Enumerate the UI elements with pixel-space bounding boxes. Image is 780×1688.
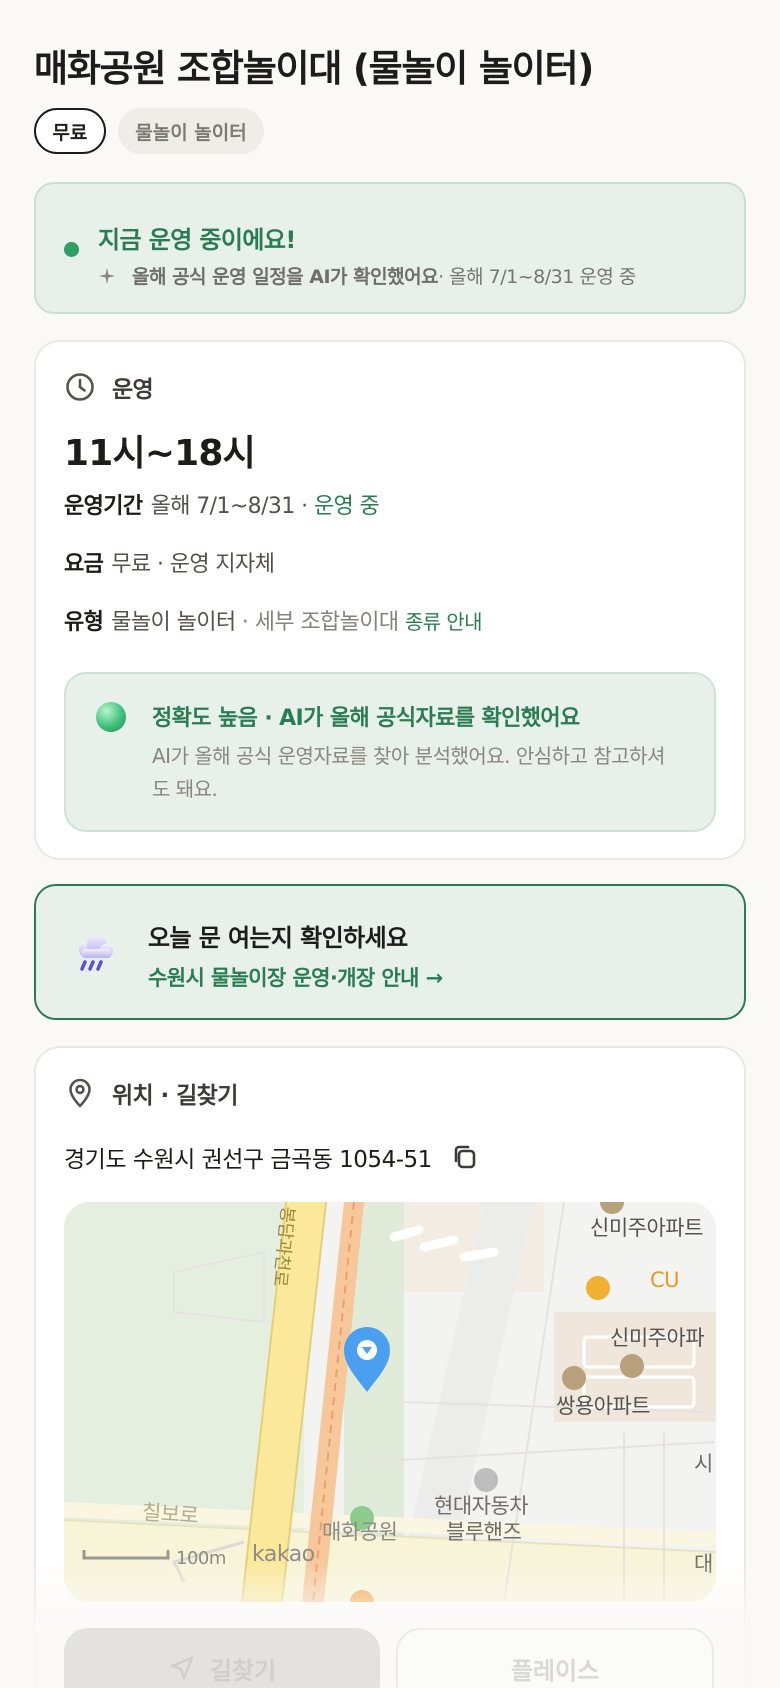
sparkle-icon — [98, 267, 116, 284]
type-value: 물놀이 놀이터 — [111, 610, 236, 635]
period-value: 올해 7/1~8/31 — [150, 494, 296, 519]
status-subtitle-period: · 올해 7/1~8/31 운영 중 — [438, 266, 636, 288]
map-label-apt2: 신미주아파 — [610, 1326, 705, 1350]
operating-hours: 11시~18시 — [64, 433, 256, 474]
map-label-apt1: 신미주아파트 — [590, 1216, 703, 1240]
type-guide-link[interactable]: 종류 안내 — [405, 610, 483, 634]
location-pin-icon — [69, 1078, 91, 1108]
address-row: 경기도 수원시 권선구 금곡동 1054-51 — [64, 1140, 480, 1174]
address-text: 경기도 수원시 권선구 금곡동 1054-51 — [64, 1147, 432, 1173]
accuracy-title: 정확도 높음 · AI가 올해 공식자료를 확인했어요 — [152, 706, 580, 731]
location-header: 위치 · 길찾기 — [64, 1076, 238, 1110]
navigate-arrow-icon — [170, 1656, 194, 1680]
copy-icon[interactable] — [450, 1142, 480, 1172]
open-check-title: 오늘 문 여는지 확인하세요 — [148, 924, 408, 952]
operation-label: 운영 — [112, 377, 154, 403]
location-label: 위치 · 길찾기 — [112, 1083, 238, 1109]
operation-header: 운영 — [64, 370, 154, 404]
status-subtitle-main: 올해 공식 운영 일정을 AI가 확인했어요 — [132, 266, 439, 288]
rain-cloud-icon — [79, 935, 113, 971]
accuracy-box: 정확도 높음 · AI가 올해 공식자료를 확인했어요 AI가 올해 공식 운영… — [64, 672, 716, 832]
operation-card: 운영 11시~18시 운영기간 올해 7/1~8/31 · 운영 중 요금 무료 ·… — [34, 340, 746, 860]
map-label-apt3: 쌍용아파트 — [556, 1394, 651, 1418]
fee-row: 요금 무료 · 운영 지자체 — [64, 546, 275, 578]
status-dot-icon — [64, 242, 79, 257]
fee-chip: 무료 — [34, 108, 106, 154]
place-button[interactable]: 플레이스 — [396, 1628, 714, 1688]
directions-button[interactable]: 길찾기 — [64, 1628, 380, 1688]
directions-label: 길찾기 — [209, 1656, 277, 1685]
status-title: 지금 운영 중이에요! — [98, 226, 296, 254]
type-chip: 물놀이 놀이터 — [118, 108, 264, 154]
map-label-road-bottom: 칠보로 — [141, 1500, 200, 1528]
period-label: 운영기간 — [64, 494, 143, 519]
type-row: 유형 물놀이 놀이터 · 세부 조합놀이대 종류 안내 — [64, 604, 483, 636]
fee-label: 요금 — [64, 552, 104, 577]
accuracy-orb-icon — [96, 702, 126, 732]
open-check-link[interactable]: 수원시 물놀이장 운영·개장 안내 → — [148, 962, 443, 992]
fee-value: 무료 · 운영 지자체 — [111, 552, 275, 577]
map-label-hyundai2: 블루핸즈 — [446, 1520, 522, 1544]
status-card: 지금 운영 중이에요! 올해 공식 운영 일정을 AI가 확인했어요 · 올해 … — [34, 182, 746, 314]
type-label: 유형 — [64, 610, 104, 635]
map-label-park: 매화공원 — [322, 1520, 398, 1544]
place-label: 플레이스 — [510, 1656, 600, 1685]
accuracy-description: AI가 올해 공식 운영자료를 찾아 분석했어요. 안심하고 참고하셔도 돼요. — [152, 744, 665, 801]
page-title: 매화공원 조합놀이대 (물놀이 놀이터) — [34, 47, 594, 90]
period-row: 운영기간 올해 7/1~8/31 · 운영 중 — [64, 488, 380, 520]
map-label-edge1: 시 — [694, 1452, 713, 1476]
period-sep: · — [294, 494, 314, 519]
type-detail: · 세부 조합놀이대 — [235, 610, 405, 635]
clock-icon — [66, 373, 94, 401]
period-status: 운영 중 — [313, 494, 380, 519]
map-label-cu: CU — [650, 1268, 680, 1292]
open-check-banner[interactable]: 오늘 문 여는지 확인하세요 수원시 물놀이장 운영·개장 안내 → — [34, 884, 746, 1020]
location-map[interactable]: 봉담과천로 칠보로 신미주아파트 CU 신미주아파 쌍용아파트 시 현대자동차 … — [64, 1202, 716, 1602]
status-subtitle: 올해 공식 운영 일정을 AI가 확인했어요 · 올해 7/1~8/31 운영 … — [98, 262, 636, 289]
